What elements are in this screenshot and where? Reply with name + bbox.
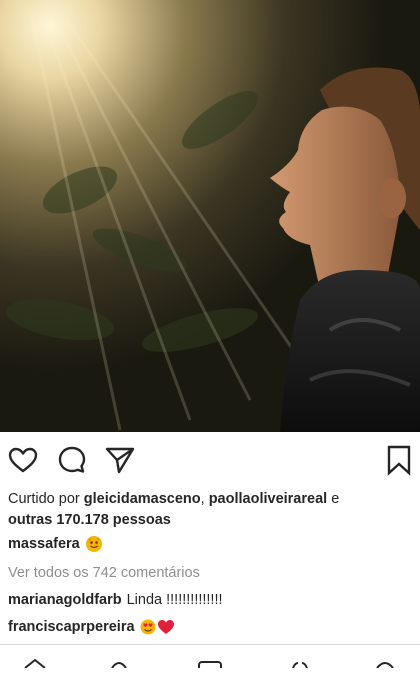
comment-item: marianagoldfarb Linda !!!!!!!!!!!!!! — [8, 590, 223, 610]
comment-item: franciscaprpereira — [8, 617, 175, 637]
paper-plane-icon[interactable] — [104, 444, 136, 476]
bottom-nav — [0, 645, 420, 673]
comment-username[interactable]: marianagoldfarb — [8, 590, 122, 610]
comment-text: Linda !!!!!!!!!!!!!! — [126, 592, 223, 608]
comment-bubble-icon[interactable] — [56, 444, 88, 476]
activity-icon[interactable] — [287, 655, 313, 669]
likes-prefix: Curtido por — [8, 491, 84, 507]
comment-username[interactable]: franciscaprpereira — [8, 617, 135, 637]
red-heart-emoji — [157, 619, 175, 635]
liker-username[interactable]: paollaoliveirareal — [209, 491, 327, 507]
photo-illustration — [0, 0, 420, 432]
add-post-icon[interactable] — [197, 655, 223, 673]
home-icon[interactable] — [22, 655, 48, 669]
likes-others-count[interactable]: outras 170.178 pessoas — [8, 512, 171, 528]
search-icon[interactable] — [106, 655, 132, 669]
likes-summary: Curtido por gleicidamasceno, paollaolive… — [8, 489, 412, 531]
caption-username[interactable]: massafera — [8, 534, 80, 554]
post-actions — [0, 432, 420, 486]
post-caption: massafera — [8, 534, 102, 554]
liker-username[interactable]: gleicidamasceno — [84, 491, 201, 507]
bookmark-icon[interactable] — [383, 444, 415, 476]
likes-separator: , — [200, 491, 209, 507]
likes-and: e — [327, 491, 340, 507]
post-photo[interactable] — [0, 0, 420, 432]
view-all-comments-link[interactable]: Ver todos os 742 comentários — [8, 563, 200, 583]
profile-icon[interactable] — [372, 655, 398, 669]
emoji-icon — [85, 536, 102, 552]
heart-outline-icon[interactable] — [7, 444, 39, 476]
heart-eyes-emoji — [140, 619, 156, 635]
